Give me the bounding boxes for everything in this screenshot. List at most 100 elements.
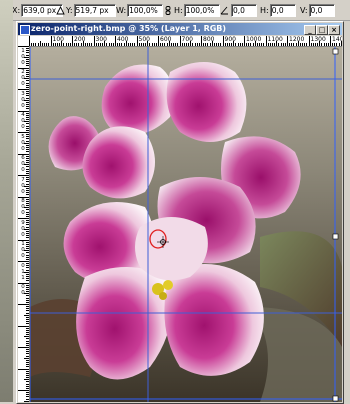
- ruler-tick: [244, 36, 245, 46]
- image-canvas[interactable]: [30, 47, 342, 402]
- ruler-tick: [310, 43, 312, 46]
- close-button[interactable]: ×: [328, 25, 340, 35]
- ruler-tick: [26, 359, 29, 361]
- ruler-tick: [336, 43, 338, 46]
- horizontal-skew-field[interactable]: 0,0: [269, 3, 296, 17]
- ruler-tick: [213, 43, 215, 46]
- ruler-tick: [74, 43, 76, 46]
- width-scale-field[interactable]: 100,0%: [127, 3, 164, 17]
- ruler-tick: [33, 43, 35, 46]
- ruler-tick: [115, 36, 116, 46]
- ruler-tick: [179, 36, 181, 46]
- ruler-label: 500: [138, 36, 150, 43]
- ruler-tick: [26, 319, 29, 321]
- minimize-button[interactable]: _: [304, 25, 316, 35]
- ruler-tick: [252, 43, 254, 46]
- horizontal-ruler[interactable]: 100 200 300 400 500 600 700 800 900 1000 1100 1200 1…: [29, 36, 342, 47]
- ruler-tick: [95, 43, 97, 46]
- ruler-tick: [26, 316, 29, 318]
- ruler-tick: [24, 336, 29, 338]
- ruler-tick: [317, 43, 319, 46]
- ruler-tick: [26, 329, 29, 331]
- ruler-label: 1000: [246, 36, 262, 43]
- ruler-tick: [84, 43, 86, 46]
- ruler-tick: [121, 43, 123, 46]
- document-title-bar[interactable]: zero-point-right.bmp @ 35% (Layer 1, RGB…: [18, 23, 342, 35]
- ruler-tick: [80, 43, 82, 46]
- ruler-tick: [261, 43, 263, 46]
- ruler-tick: [26, 370, 29, 372]
- ruler-tick: [265, 36, 267, 46]
- link-icon[interactable]: [164, 5, 173, 15]
- ruler-tick: [291, 43, 293, 46]
- ruler-label: 1400: [332, 36, 342, 43]
- ruler-tick: [235, 43, 237, 46]
- ruler-label: 700: [181, 36, 193, 43]
- ruler-tick: [26, 385, 29, 387]
- ruler-tick: [175, 43, 177, 46]
- ruler-tick: [160, 43, 162, 46]
- ruler-tick: [149, 43, 151, 46]
- ruler-tick: [46, 43, 48, 46]
- height-scale-field[interactable]: 100,0%: [183, 3, 220, 17]
- ruler-tick: [155, 43, 157, 46]
- ruler-tick: [153, 43, 155, 46]
- ruler-tick: [248, 43, 250, 46]
- ruler-label: 400: [117, 36, 129, 43]
- ruler-tick: [56, 43, 58, 46]
- ruler-tick: [207, 43, 209, 46]
- ruler-label: 0: [21, 188, 25, 195]
- ruler-tick: [18, 325, 29, 327]
- ruler-tick: [110, 43, 112, 46]
- ruler-tick: [170, 43, 172, 46]
- ruler-tick: [26, 353, 29, 355]
- y-position-field[interactable]: 519,7 px: [73, 3, 116, 17]
- ruler-tick: [39, 41, 41, 46]
- ruler-tick: [97, 43, 99, 46]
- rotation-field[interactable]: 0,0: [231, 3, 257, 17]
- ruler-tick: [216, 43, 218, 46]
- ruler-tick: [259, 43, 261, 46]
- ruler-tick: [26, 310, 29, 312]
- ruler-tick: [26, 383, 29, 385]
- ruler-tick: [194, 43, 196, 46]
- ruler-tick: [327, 43, 329, 46]
- w-label: W:: [116, 5, 127, 15]
- options-bar: X: 639,0 px Y: 519,7 px W: 100,0% H: 100…: [0, 0, 350, 21]
- ruler-tick: [338, 43, 340, 46]
- ruler-tick: [299, 43, 301, 46]
- ruler-tick: [24, 357, 29, 359]
- ruler-label: 600: [160, 36, 172, 43]
- ruler-tick: [44, 43, 46, 46]
- ruler-tick: [205, 43, 207, 46]
- ruler-tick: [24, 379, 29, 381]
- ruler-tick: [158, 36, 159, 46]
- ruler-tick: [312, 43, 314, 46]
- ruler-tick: [63, 43, 65, 46]
- ruler-tick: [26, 377, 29, 379]
- vertical-ruler[interactable]: 10020030040050060070080090010001100: [18, 46, 30, 402]
- ruler-tick: [177, 43, 179, 46]
- h-label: H:: [174, 5, 183, 15]
- ruler-tick: [89, 43, 91, 46]
- vertical-skew-field[interactable]: 0,0: [308, 3, 335, 17]
- ruler-label: 0: [21, 231, 25, 238]
- ruler-tick: [26, 342, 29, 344]
- ruler-tick: [26, 394, 29, 396]
- ruler-tick: [87, 43, 89, 46]
- v-skew-label: V:: [300, 5, 308, 15]
- ruler-tick: [41, 43, 43, 46]
- ruler-tick: [284, 43, 286, 46]
- maximize-button[interactable]: □: [316, 25, 328, 35]
- delta-icon[interactable]: [56, 5, 65, 15]
- ruler-tick: [69, 43, 71, 46]
- ruler-label: 0: [21, 81, 25, 87]
- ruler-tick: [203, 43, 205, 46]
- ruler-tick: [282, 43, 284, 46]
- ruler-tick: [140, 43, 142, 46]
- ruler-tick: [59, 43, 61, 46]
- ruler-label: 800: [203, 36, 215, 43]
- ruler-tick: [18, 347, 29, 348]
- ruler-tick: [173, 43, 175, 46]
- ruler-tick: [228, 43, 230, 46]
